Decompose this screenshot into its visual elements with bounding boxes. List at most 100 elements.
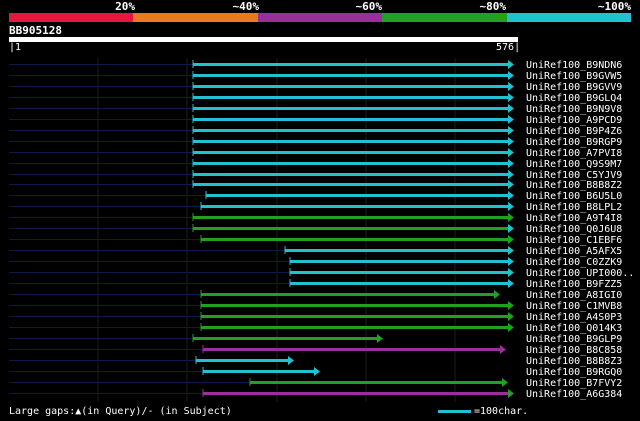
hit-label[interactable]: UniRef100_B8LPL2 (526, 202, 622, 213)
hit-bar[interactable] (193, 337, 377, 340)
hit-row[interactable]: UniRef100_B9GVV9 (9, 82, 622, 93)
hit-row[interactable]: UniRef100_A5AFX5 (9, 246, 622, 257)
hit-bar[interactable] (196, 359, 288, 362)
hit-row[interactable]: UniRef100_B9NDN6 (9, 60, 622, 71)
hit-label[interactable]: UniRef100_A6G384 (526, 389, 622, 400)
hit-bar[interactable] (290, 282, 508, 285)
hit-row[interactable]: UniRef100_A8IGI0 (9, 290, 622, 301)
hit-row[interactable]: UniRef100_UPI000.. (9, 268, 634, 279)
hit-bar[interactable] (193, 118, 508, 121)
hit-bar[interactable] (290, 260, 508, 263)
hit-label[interactable]: UniRef100_B9N9V8 (526, 104, 622, 115)
hit-row[interactable]: UniRef100_B9RGP9 (9, 137, 622, 148)
hit-label[interactable]: UniRef100_B9P4Z6 (526, 126, 622, 137)
scale-key-label: =100char. (474, 406, 529, 417)
hit-label[interactable]: UniRef100_A7PVI8 (526, 148, 622, 159)
hit-bar[interactable] (193, 129, 508, 132)
hit-label[interactable]: UniRef100_B6U5L0 (526, 191, 622, 202)
hit-label[interactable]: UniRef100_UPI000.. (526, 268, 634, 279)
hit-row[interactable]: UniRef100_C0ZZK9 (9, 257, 622, 268)
hit-bar[interactable] (290, 271, 508, 274)
hit-row[interactable]: UniRef100_Q014K3 (9, 323, 622, 334)
hit-end-arrow (508, 60, 514, 69)
hit-label[interactable]: UniRef100_B9NDN6 (526, 60, 622, 71)
hit-bar[interactable] (193, 107, 508, 110)
hit-row[interactable]: UniRef100_B8C858 (9, 345, 622, 356)
hit-row[interactable]: UniRef100_Q0J6U8 (9, 224, 622, 235)
hit-bar[interactable] (285, 249, 508, 252)
hit-end-arrow (508, 257, 514, 266)
hit-label[interactable]: UniRef100_A5AFX5 (526, 246, 622, 257)
hit-row[interactable]: UniRef100_C1EBF6 (9, 235, 622, 246)
hit-bar[interactable] (193, 85, 508, 88)
hit-label[interactable]: UniRef100_C1EBF6 (526, 235, 622, 246)
hit-row[interactable]: UniRef100_B9RGQ0 (9, 367, 622, 378)
hit-label[interactable]: UniRef100_B9GVV9 (526, 82, 622, 93)
hit-row[interactable]: UniRef100_B8B8Z2 (9, 180, 622, 191)
hit-bar[interactable] (203, 392, 508, 395)
hit-label[interactable]: UniRef100_Q014K3 (526, 323, 622, 334)
hit-label[interactable]: UniRef100_Q9S9M7 (526, 159, 622, 170)
hit-label[interactable]: UniRef100_B9RGP9 (526, 137, 622, 148)
hit-label[interactable]: UniRef100_A4S0P3 (526, 312, 622, 323)
hit-bar[interactable] (201, 205, 508, 208)
hit-bar[interactable] (203, 348, 500, 351)
hit-label[interactable]: UniRef100_A9PCD9 (526, 115, 622, 126)
hit-row[interactable]: UniRef100_B9GVW5 (9, 71, 622, 82)
hit-row[interactable]: UniRef100_B8B8Z3 (9, 356, 622, 367)
hit-label[interactable]: UniRef100_B8C858 (526, 345, 622, 356)
hit-row[interactable]: UniRef100_B9GLP9 (9, 334, 622, 345)
hit-bar[interactable] (193, 183, 508, 186)
hit-row[interactable]: UniRef100_C1MVB8 (9, 301, 622, 312)
hit-label[interactable]: UniRef100_B9GLQ4 (526, 93, 622, 104)
hit-row[interactable]: UniRef100_B6U5L0 (9, 191, 622, 202)
hit-bar[interactable] (206, 194, 508, 197)
alignment-graphic: UniRef100_B9NDN6UniRef100_B9GVW5UniRef10… (9, 58, 634, 402)
hit-end-arrow (377, 334, 383, 343)
hit-end-arrow (508, 170, 514, 179)
hit-end-arrow (508, 137, 514, 146)
hit-row[interactable]: UniRef100_A4S0P3 (9, 312, 622, 323)
hit-bar[interactable] (201, 326, 508, 329)
hit-bar[interactable] (193, 96, 508, 99)
hit-row[interactable]: UniRef100_B7FVY2 (9, 378, 622, 389)
hit-bar[interactable] (201, 293, 494, 296)
hit-label[interactable]: UniRef100_A8IGI0 (526, 290, 622, 301)
hit-label[interactable]: UniRef100_B8B8Z2 (526, 180, 622, 191)
hit-label[interactable]: UniRef100_B9FZZ5 (526, 279, 622, 290)
hit-label[interactable]: UniRef100_C0ZZK9 (526, 257, 622, 268)
hit-label[interactable]: UniRef100_Q0J6U8 (526, 224, 622, 235)
hit-row[interactable]: UniRef100_B9N9V8 (9, 104, 622, 115)
hit-label[interactable]: UniRef100_B9RGQ0 (526, 367, 622, 378)
hit-label[interactable]: UniRef100_B9GVW5 (526, 71, 622, 82)
hit-bar[interactable] (203, 370, 314, 373)
hit-row[interactable]: UniRef100_Q9S9M7 (9, 159, 622, 170)
hit-bar[interactable] (193, 151, 508, 154)
hit-label[interactable]: UniRef100_B7FVY2 (526, 378, 622, 389)
hit-row[interactable]: UniRef100_A7PVI8 (9, 148, 622, 159)
hit-bar[interactable] (250, 381, 502, 384)
hit-label[interactable]: UniRef100_C1MVB8 (526, 301, 622, 312)
hit-bar[interactable] (201, 315, 508, 318)
hit-bar[interactable] (193, 162, 508, 165)
hit-row[interactable]: UniRef100_B9P4Z6 (9, 126, 622, 137)
hit-bar[interactable] (193, 227, 508, 230)
hit-label[interactable]: UniRef100_B9GLP9 (526, 334, 622, 345)
hit-row[interactable]: UniRef100_B9GLQ4 (9, 93, 622, 104)
hit-row[interactable]: UniRef100_A9PCD9 (9, 115, 622, 126)
hit-bar[interactable] (193, 74, 508, 77)
hit-row[interactable]: UniRef100_B9FZZ5 (9, 279, 622, 290)
hit-row[interactable]: UniRef100_A9T4I8 (9, 213, 622, 224)
hit-label[interactable]: UniRef100_A9T4I8 (526, 213, 622, 224)
hit-end-arrow (314, 367, 320, 376)
hit-end-arrow (494, 290, 500, 299)
hit-bar[interactable] (193, 140, 508, 143)
hit-bar[interactable] (201, 238, 508, 241)
hit-row[interactable]: UniRef100_A6G384 (9, 389, 622, 400)
hit-bar[interactable] (201, 304, 508, 307)
hit-row[interactable]: UniRef100_B8LPL2 (9, 202, 622, 213)
hit-bar[interactable] (193, 216, 508, 219)
hit-label[interactable]: UniRef100_B8B8Z3 (526, 356, 622, 367)
hit-bar[interactable] (193, 63, 508, 66)
hit-bar[interactable] (193, 173, 508, 176)
